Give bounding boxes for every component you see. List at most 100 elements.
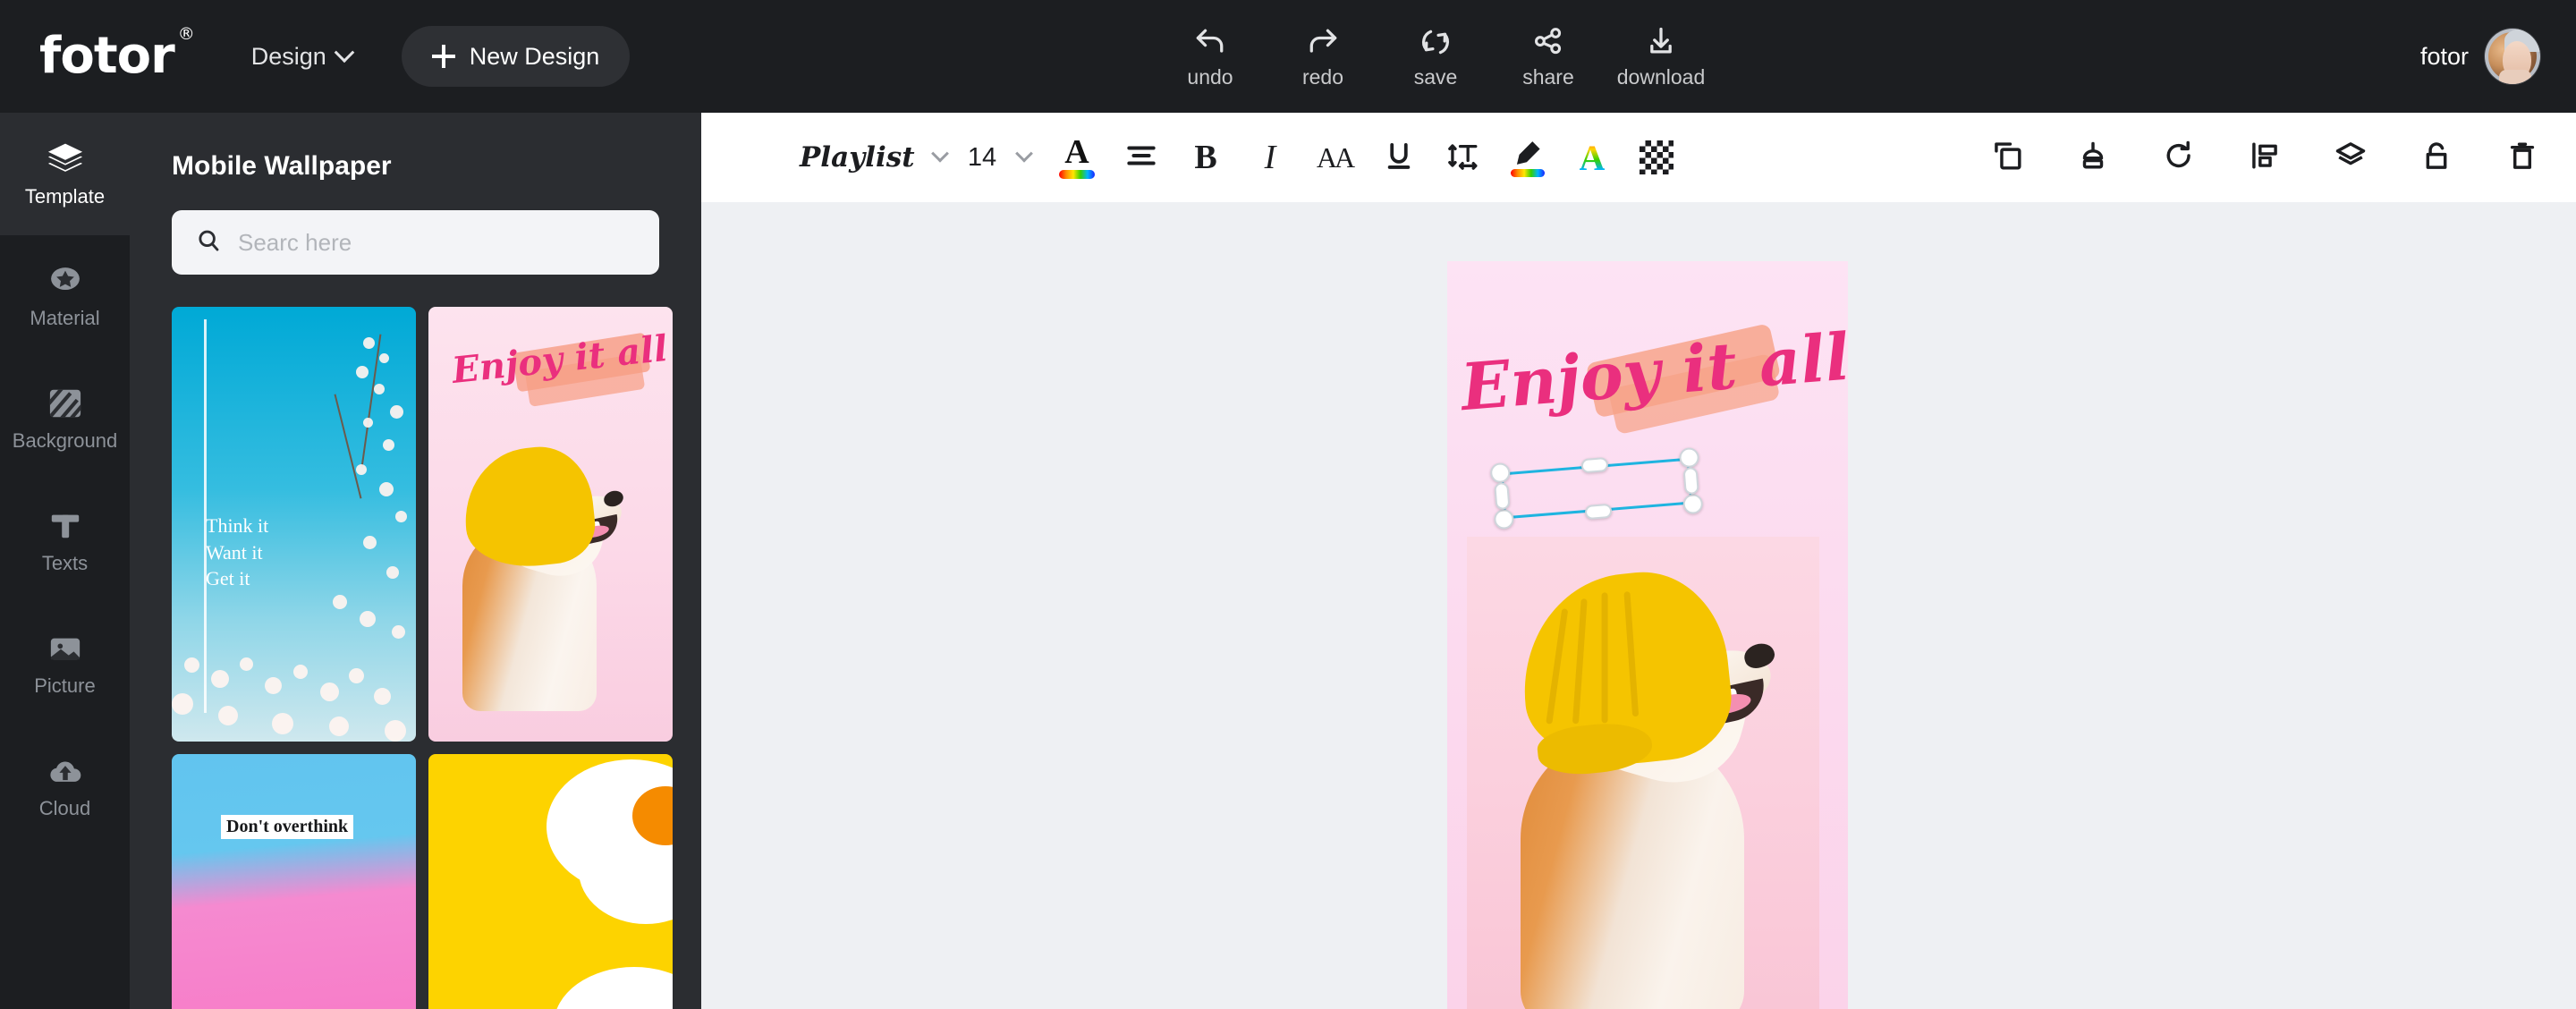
decor-blossom [363,337,375,349]
underline-icon [1382,139,1416,177]
artboard[interactable]: Enjoy it all [1447,261,1852,1009]
decor-blossom [385,720,406,742]
font-family-selector[interactable]: Playlist [800,141,934,174]
letter-case-button[interactable]: AA [1302,125,1367,190]
layers-stack-icon [2333,139,2368,177]
undo-icon [1190,24,1231,60]
decor-blossom [184,657,199,673]
save-button[interactable]: save [1379,24,1492,89]
format-painter-button[interactable] [2061,125,2125,190]
sidebar-item-background[interactable]: Background [0,358,130,480]
letter-case-icon: AA [1316,140,1355,174]
lock-button[interactable] [2404,125,2469,190]
download-button[interactable]: download [1605,24,1717,89]
avatar[interactable] [2485,29,2540,84]
template-caption-line: Think it [206,514,269,537]
decor-blossom [363,536,377,549]
sidebar-item-material[interactable]: Material [0,235,130,358]
share-label: share [1522,64,1574,89]
fotor-logo[interactable]: fotor ® [39,26,195,81]
search-box[interactable] [172,210,659,275]
align-center-icon [1124,140,1158,175]
top-bar: fotor ® Design New Design undo redo save… [0,0,2576,113]
sidebar-item-texts[interactable]: Texts [0,480,130,603]
bold-icon: B [1194,139,1217,176]
template-thumbnail-fried-eggs[interactable] [428,754,673,1009]
font-size-selector[interactable]: 14 [946,143,1018,173]
design-menu-button[interactable]: Design [250,42,355,71]
decor-blossom [395,511,407,522]
decor-blossom [374,688,391,705]
left-sidebar: Template Material Background Texts Pictu… [0,113,130,1009]
template-thumbnail-pink-blue[interactable]: Don't overthink [172,754,416,1009]
font-color-button[interactable]: A [1045,125,1109,190]
italic-icon: I [1264,139,1276,176]
avatar-neck [2499,70,2531,84]
sidebar-item-template-label: Template [24,184,106,208]
decor-blossom [356,464,367,475]
decor-blossom [383,439,394,451]
user-menu[interactable]: fotor [2420,0,2540,113]
search-input[interactable] [238,228,614,257]
gradient-text-button[interactable]: A [1560,125,1624,190]
decor-branch [360,334,382,468]
hat-rib [1601,592,1608,724]
chevron-down-icon [334,42,355,64]
star-badge-icon [46,264,85,298]
rotate-button[interactable] [2147,125,2211,190]
new-design-label: New Design [469,42,600,70]
rotate-cw-icon [2161,139,2197,177]
decor-blossom [379,482,394,496]
logo-text: fotor [39,27,175,85]
redo-icon [1302,24,1343,60]
decor-blossom [390,405,403,419]
template-grid: Think it Want it Get it Enjoy it all Don… [172,307,673,1009]
undo-button[interactable]: undo [1154,24,1267,89]
new-design-button[interactable]: New Design [401,26,631,87]
stripes-icon [47,386,84,420]
align-objects-icon [2247,139,2283,177]
delete-button[interactable] [2490,125,2555,190]
hat-rib [1572,598,1588,725]
spacing-button[interactable] [1431,125,1496,190]
save-refresh-icon [1417,24,1454,60]
hat-rib [1546,608,1569,725]
dog-hat [1513,564,1738,775]
canvas-text-object[interactable]: Enjoy it all [1453,315,1857,452]
canvas-area[interactable]: Enjoy it all [701,202,2576,1009]
template-thumbnail-pink-dog[interactable]: Enjoy it all [428,307,673,742]
decor-blossom [386,566,399,579]
share-button[interactable]: share [1492,24,1605,89]
redo-button[interactable]: redo [1267,24,1379,89]
object-actions-group [1975,113,2555,202]
sidebar-item-template[interactable]: Template [0,113,130,235]
decor-blossom [379,353,389,363]
decor-blossom [363,418,373,428]
align-objects-button[interactable] [2233,125,2297,190]
layer-button[interactable] [2318,125,2383,190]
template-thumbnail-sky-blossom[interactable]: Think it Want it Get it [172,307,416,742]
align-button[interactable] [1109,125,1174,190]
hat-rib [1623,591,1640,717]
design-menu-label: Design [250,42,326,70]
sidebar-item-picture[interactable]: Picture [0,603,130,725]
font-size-chevron-down-icon[interactable] [1015,144,1033,163]
duplicate-button[interactable] [1975,125,2039,190]
canvas-text-content: Enjoy it all [1458,318,1852,426]
template-caption-line: Want it [206,540,263,564]
text-toolbar: Playlist 14 A B I AA A [701,113,2576,202]
decor-blossom [211,670,229,688]
decor-branch [334,394,362,499]
italic-button[interactable]: I [1238,125,1302,190]
transparency-button[interactable] [1624,125,1689,190]
artboard-dog-photo[interactable] [1467,537,1819,1009]
template-panel: Mobile Wallpaper Searc here Think it Wan… [130,113,701,1009]
text-t-icon [47,509,84,543]
bold-button[interactable]: B [1174,125,1238,190]
download-icon [1642,24,1680,60]
template-caption: Don't overthink [221,815,354,839]
underline-button[interactable] [1367,125,1431,190]
plus-icon [431,45,455,68]
sidebar-item-cloud[interactable]: Cloud [0,725,130,848]
highlight-button[interactable] [1496,125,1560,190]
